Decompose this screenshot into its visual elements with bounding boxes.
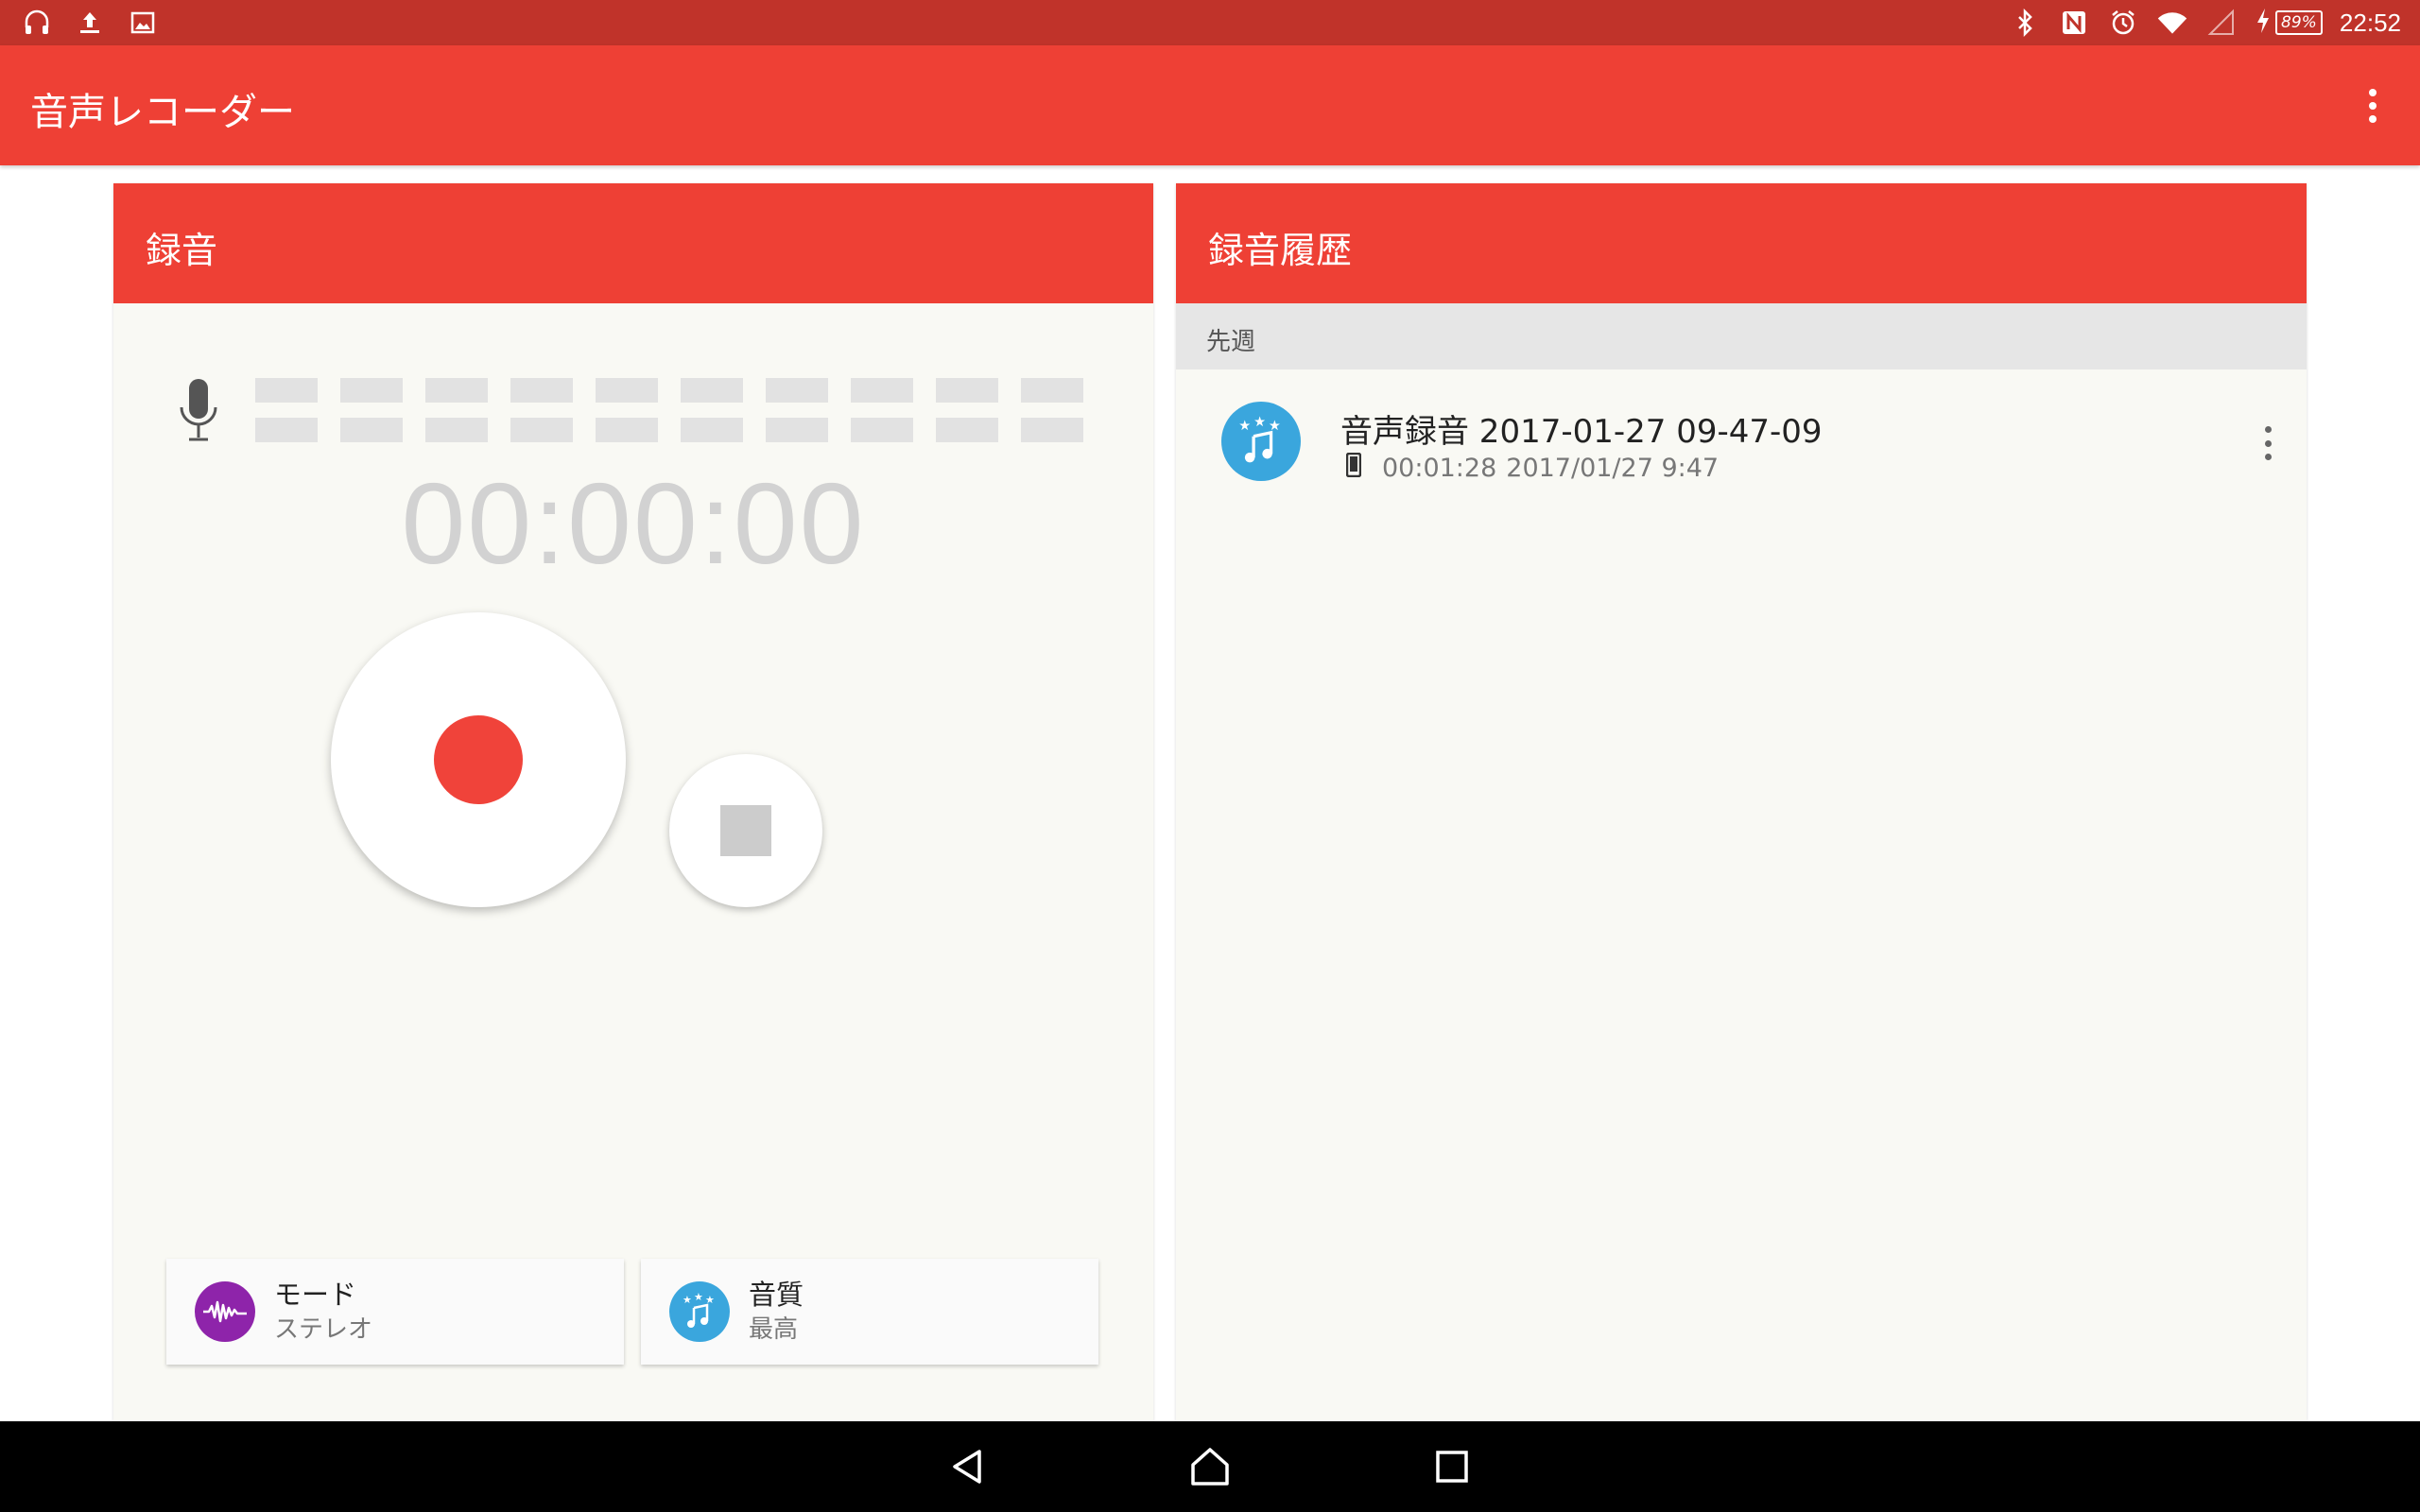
meter-bar	[510, 418, 573, 442]
waveform-icon	[195, 1281, 255, 1342]
level-meter	[255, 378, 1083, 442]
meter-bar	[340, 418, 403, 442]
meter-bar	[596, 418, 658, 442]
meter-bar	[255, 418, 318, 442]
meter-bar	[851, 418, 913, 442]
home-icon[interactable]	[1187, 1444, 1233, 1489]
mode-value: ステレオ	[274, 1315, 373, 1344]
back-icon[interactable]	[945, 1444, 991, 1489]
headset-icon	[21, 8, 53, 38]
meter-bar	[936, 378, 998, 403]
recording-date: 2017/01/27 9:47	[1506, 454, 1720, 483]
navigation-bar	[0, 1421, 2420, 1512]
battery-percent: 89%	[2274, 10, 2323, 35]
meter-bar	[766, 378, 828, 403]
wifi-icon	[2156, 8, 2188, 38]
meter-bar	[340, 378, 403, 403]
meter-bar	[851, 378, 913, 403]
upload-icon	[74, 8, 106, 38]
music-note-stars-icon: ★ ★ ★	[1221, 402, 1301, 481]
recording-list-item[interactable]: ★ ★ ★ 音声録音 2017-01-27 09-47-09 00:01:28 20…	[1176, 369, 2307, 521]
meter-bar	[510, 378, 573, 403]
recording-meta: 00:01:28 2017/01/27 9:47	[1345, 452, 1720, 484]
more-vert-icon[interactable]	[2363, 83, 2382, 129]
record-button[interactable]	[331, 612, 626, 907]
meter-bar	[936, 418, 998, 442]
meter-bar	[255, 378, 318, 403]
bluetooth-icon	[2009, 8, 2041, 38]
status-bar: 89% 22:52	[0, 0, 2420, 45]
phone-icon	[1345, 452, 1362, 484]
music-note-stars-icon: ★ ★ ★	[669, 1281, 730, 1342]
svg-text:★: ★	[1253, 415, 1266, 430]
app-title: 音声レコーダー	[30, 91, 295, 134]
stop-icon	[720, 805, 771, 856]
meter-bar	[425, 418, 488, 442]
meter-bar	[681, 418, 743, 442]
microphone-icon	[176, 377, 221, 445]
quality-value: 最高	[749, 1315, 799, 1344]
meter-bar	[681, 378, 743, 403]
section-header-last-week: 先週	[1176, 303, 2307, 369]
clock: 22:52	[2339, 8, 2401, 37]
quality-title: 音質	[749, 1279, 804, 1311]
recents-icon[interactable]	[1429, 1444, 1475, 1489]
mode-setting-card[interactable]: モード ステレオ	[166, 1259, 624, 1365]
nfc-icon	[2058, 8, 2090, 38]
charging-icon	[2255, 7, 2272, 39]
item-more-vert-icon[interactable]	[2263, 426, 2273, 460]
stop-button[interactable]	[669, 754, 822, 907]
history-panel: 録音履歴 先週 ★ ★ ★ 音声録音 2017-01-27 09-47-09 00:…	[1176, 183, 2307, 1421]
mode-title: モード	[274, 1279, 357, 1311]
meter-bar	[1021, 378, 1083, 403]
quality-setting-card[interactable]: ★ ★ ★ 音質 最高	[641, 1259, 1098, 1365]
battery-indicator: 89%	[2255, 7, 2323, 39]
meter-bar	[766, 418, 828, 442]
alarm-icon	[2107, 8, 2139, 38]
app-bar: 音声レコーダー	[0, 45, 2420, 165]
cell-signal-icon	[2205, 8, 2238, 38]
svg-text:★: ★	[694, 1291, 703, 1303]
svg-text:★: ★	[1238, 419, 1251, 434]
recording-panel: 録音 00:00:00 モード ステレオ ★ ★ ★ 音質 最高	[113, 183, 1153, 1421]
record-icon	[434, 715, 523, 804]
recording-panel-header: 録音	[113, 183, 1153, 303]
meter-bar	[596, 378, 658, 403]
history-panel-header: 録音履歴	[1176, 183, 2307, 303]
meter-bar	[425, 378, 488, 403]
meter-bar	[1021, 418, 1083, 442]
svg-text:★: ★	[683, 1294, 692, 1306]
recording-title: 音声録音 2017-01-27 09-47-09	[1340, 413, 1823, 451]
recording-duration: 00:01:28	[1382, 454, 1497, 483]
image-icon	[127, 8, 159, 38]
recording-timer: 00:00:00	[401, 459, 866, 588]
